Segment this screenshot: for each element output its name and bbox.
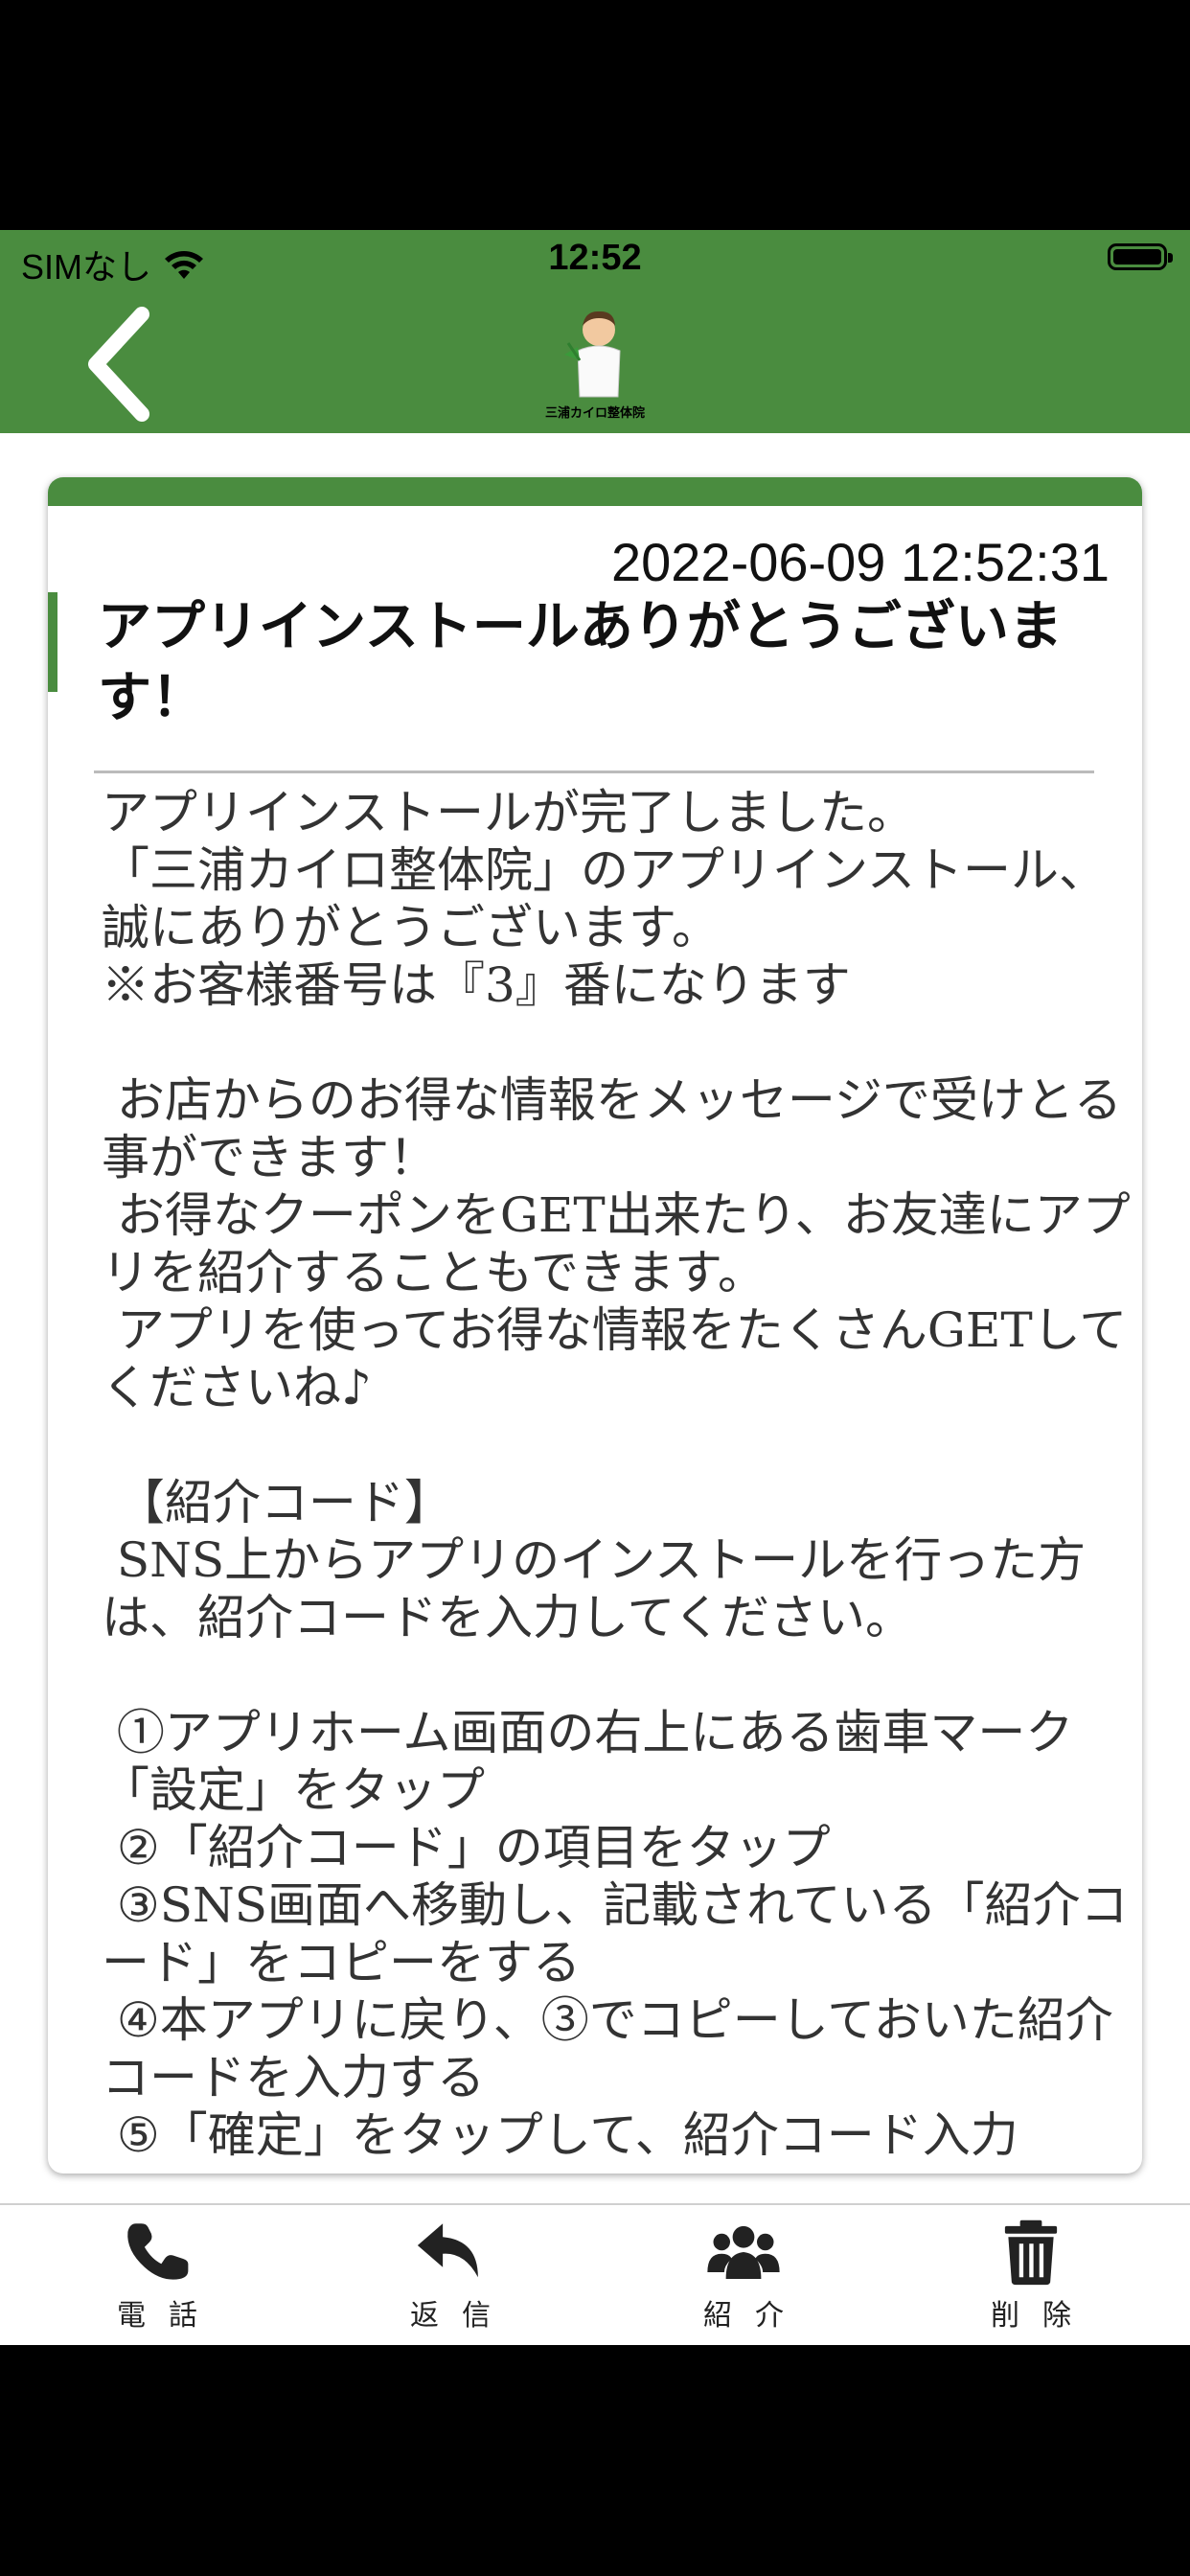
- status-time: 12:52: [548, 238, 642, 278]
- tab-delete-label: 削除: [991, 2299, 1094, 2333]
- back-button[interactable]: [77, 307, 163, 422]
- message-detail-screen: SIMなし 12:52 三浦カイロ整体院 2022-06-09 12:52:31…: [0, 230, 1190, 2345]
- divider: [94, 770, 1094, 773]
- trash-icon: [1004, 2220, 1058, 2286]
- title-accent-bar: [48, 592, 57, 692]
- clinic-mascot-icon: [564, 310, 621, 398]
- users-icon: [707, 2225, 780, 2279]
- reply-icon: [417, 2223, 478, 2278]
- message-body: アプリインストールが完了しました。 「三浦カイロ整体院」のアプリインストール、誠…: [102, 785, 1131, 2163]
- top-bar: SIMなし 12:52 三浦カイロ整体院: [0, 230, 1190, 433]
- tab-phone[interactable]: 電話: [61, 2219, 253, 2334]
- tab-reply-label: 返信: [410, 2299, 514, 2333]
- message-date: 2022-06-09 12:52:31: [611, 532, 1110, 592]
- message-title: アプリインストールありがとうございます！: [98, 596, 1063, 729]
- tab-introduce-label: 紹介: [703, 2299, 807, 2333]
- battery-icon: [1108, 243, 1173, 270]
- tab-reply[interactable]: 返信: [355, 2219, 546, 2334]
- message-card: 2022-06-09 12:52:31 アプリインストールありがとうございます！…: [48, 477, 1142, 2174]
- tab-delete[interactable]: 削除: [935, 2219, 1127, 2334]
- tab-introduce[interactable]: 紹介: [648, 2219, 839, 2334]
- chevron-left-icon: [88, 307, 149, 422]
- phone-icon: [127, 2223, 189, 2280]
- tab-phone-label: 電話: [117, 2299, 220, 2333]
- clinic-logo: 三浦カイロ整体院: [538, 305, 652, 427]
- card-accent-bar: [48, 477, 1142, 506]
- bottom-tab-bar: 電話 返信 紹介 削除: [0, 2203, 1190, 2345]
- logo-caption: 三浦カイロ整体院: [544, 406, 645, 421]
